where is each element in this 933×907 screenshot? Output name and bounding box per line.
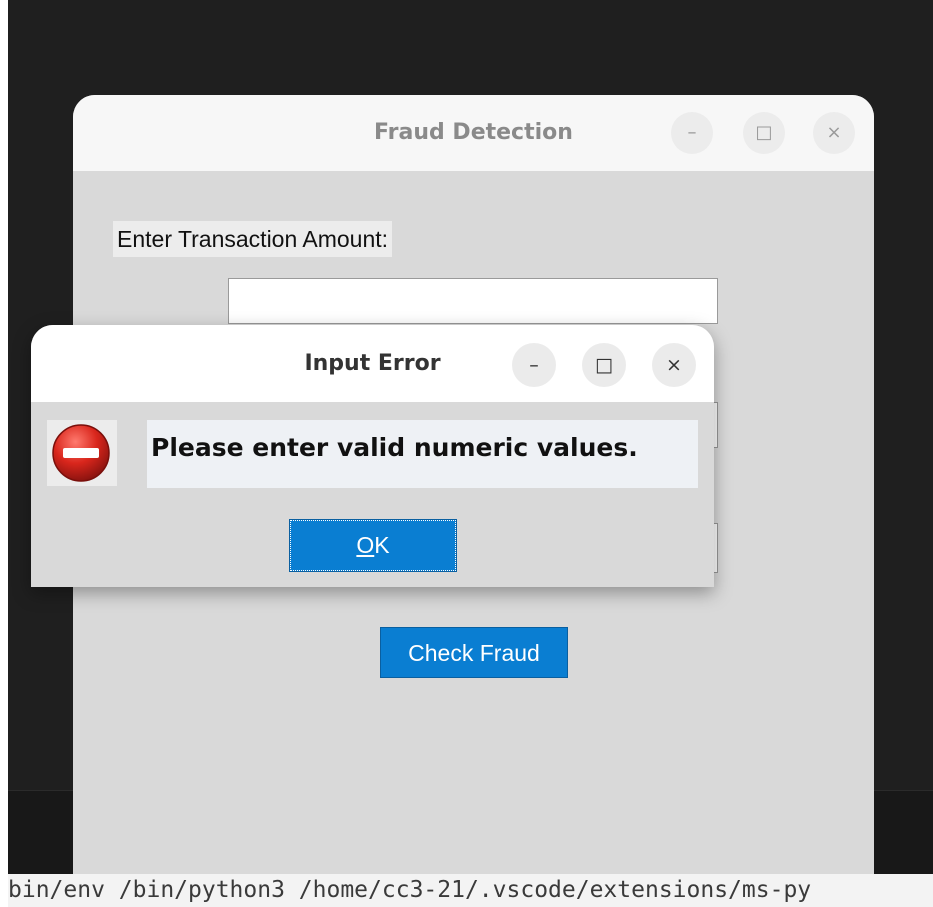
main-close-button[interactable]: × bbox=[813, 112, 855, 154]
check-fraud-button[interactable]: Check Fraud bbox=[380, 627, 568, 678]
dialog-close-button[interactable]: × bbox=[652, 343, 696, 387]
maximize-icon: □ bbox=[595, 354, 613, 376]
main-maximize-button[interactable]: □ bbox=[743, 112, 785, 154]
ok-mnemonic: O bbox=[356, 532, 375, 558]
dialog-message: Please enter valid numeric values. bbox=[151, 433, 638, 462]
ok-button[interactable]: OK bbox=[289, 519, 457, 572]
dialog-titlebar[interactable]: Input Error – □ × bbox=[31, 325, 714, 402]
amount-input[interactable] bbox=[228, 278, 718, 324]
terminal-output-line: bin/env /bin/python3 /home/cc3-21/.vscod… bbox=[8, 874, 933, 907]
ok-label-rest: K bbox=[374, 532, 390, 558]
minimize-icon: – bbox=[529, 354, 539, 376]
dialog-maximize-button[interactable]: □ bbox=[582, 343, 626, 387]
maximize-icon: □ bbox=[755, 122, 773, 143]
amount-label: Enter Transaction Amount: bbox=[113, 221, 393, 257]
error-icon-container bbox=[47, 420, 117, 486]
main-minimize-button[interactable]: – bbox=[671, 112, 713, 154]
input-error-dialog: Input Error – □ × Please enter valid num… bbox=[31, 325, 714, 587]
dialog-minimize-button[interactable]: – bbox=[512, 343, 556, 387]
minimize-icon: – bbox=[687, 122, 697, 143]
main-titlebar[interactable]: Fraud Detection – □ × bbox=[73, 95, 874, 171]
dialog-message-container: Please enter valid numeric values. bbox=[147, 420, 698, 488]
error-stop-icon bbox=[52, 424, 110, 482]
desktop-edge bbox=[0, 0, 8, 907]
desktop: bin/env /bin/python3 /home/cc3-21/.vscod… bbox=[0, 0, 933, 907]
close-icon: × bbox=[826, 122, 842, 143]
close-icon: × bbox=[666, 354, 682, 376]
